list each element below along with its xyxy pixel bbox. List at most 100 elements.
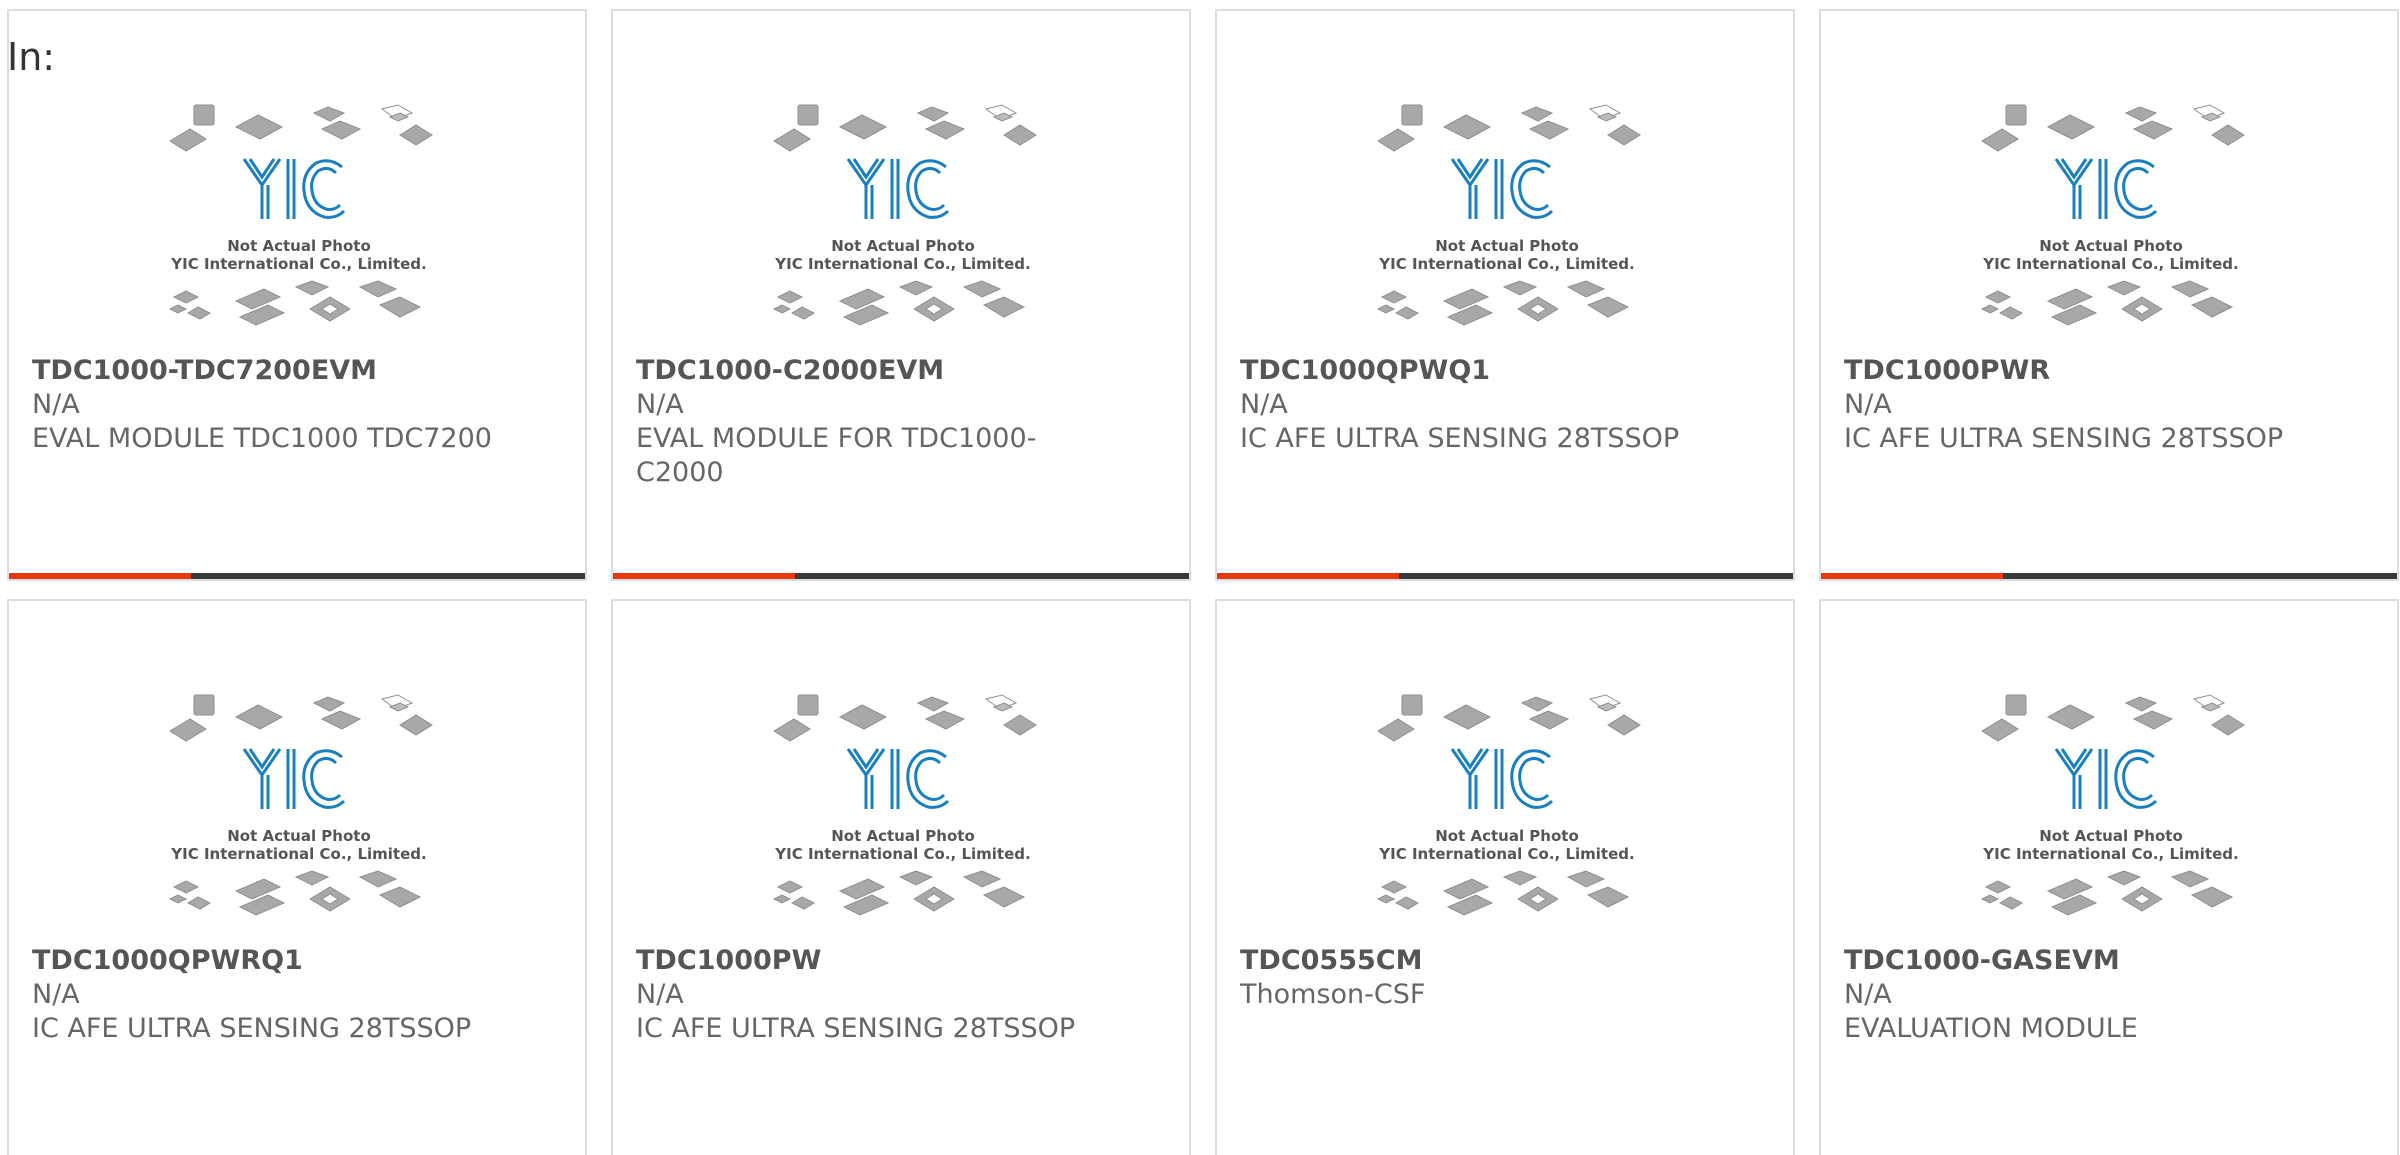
placeholder-caption-line2: YIC International Co., Limited.	[1982, 255, 2238, 273]
product-grid-page: In: Not Actual Photo YIC International C…	[0, 0, 2400, 1155]
yic-logo-icon	[242, 158, 346, 219]
product-card[interactable]: Not Actual Photo YIC International Co., …	[611, 9, 1191, 581]
yic-logo-icon	[2054, 748, 2158, 809]
product-info: TDC1000PWR N/A IC AFE ULTRA SENSING 28TS…	[1844, 354, 2314, 456]
bar-dark-segment	[2003, 573, 2397, 579]
card-bottom-bar	[613, 573, 1189, 579]
chip-icons-top	[773, 694, 1037, 742]
product-photo-placeholder: Not Actual Photo YIC International Co., …	[164, 691, 434, 939]
part-number-link[interactable]: TDC1000PWR	[1844, 354, 2314, 388]
manufacturer: N/A	[636, 389, 684, 420]
product-info: TDC1000-C2000EVM N/A EVAL MODULE FOR TDC…	[636, 354, 1106, 490]
placeholder-caption-line1: Not Actual Photo	[227, 237, 371, 255]
chip-icons-top	[169, 104, 433, 152]
product-photo-placeholder: Not Actual Photo YIC International Co., …	[164, 101, 434, 349]
chip-icons-bottom	[1376, 280, 1630, 326]
yic-logo-icon	[1450, 748, 1554, 809]
product-info: TDC1000-TDC7200EVM N/A EVAL MODULE TDC10…	[32, 354, 502, 456]
product-photo-placeholder: Not Actual Photo YIC International Co., …	[1976, 691, 2246, 939]
bar-accent-segment	[1217, 573, 1399, 579]
chip-icons-bottom	[1980, 870, 2234, 916]
chip-icons-top	[1981, 694, 2245, 742]
placeholder-caption-line2: YIC International Co., Limited.	[1378, 255, 1634, 273]
placeholder-caption-line2: YIC International Co., Limited.	[170, 845, 426, 863]
product-photo-placeholder: Not Actual Photo YIC International Co., …	[768, 101, 1038, 349]
chip-icons-top	[1981, 104, 2245, 152]
chip-icons-bottom	[772, 870, 1026, 916]
product-photo-placeholder: Not Actual Photo YIC International Co., …	[1372, 691, 1642, 939]
description: IC AFE ULTRA SENSING 28TSSOP	[1240, 423, 1680, 454]
chip-icons-bottom	[168, 870, 422, 916]
description: EVAL MODULE TDC1000 TDC7200	[32, 423, 492, 454]
part-number-link[interactable]: TDC0555CM	[1240, 944, 1710, 978]
chip-icons-top	[1377, 694, 1641, 742]
chip-icons-bottom	[772, 280, 1026, 326]
product-photo-placeholder: Not Actual Photo YIC International Co., …	[1976, 101, 2246, 349]
product-photo-placeholder: Not Actual Photo YIC International Co., …	[1372, 101, 1642, 349]
bar-accent-segment	[613, 573, 795, 579]
product-card[interactable]: Not Actual Photo YIC International Co., …	[611, 599, 1191, 1155]
chip-icons-bottom	[168, 280, 422, 326]
product-card[interactable]: Not Actual Photo YIC International Co., …	[7, 9, 587, 581]
description: EVAL MODULE FOR TDC1000-C2000	[636, 423, 1037, 488]
manufacturer: N/A	[1844, 979, 1892, 1010]
chip-icons-top	[1377, 104, 1641, 152]
placeholder-caption-line1: Not Actual Photo	[1435, 237, 1579, 255]
part-number-link[interactable]: TDC1000-TDC7200EVM	[32, 354, 502, 388]
chip-icons-top	[773, 104, 1037, 152]
placeholder-caption-line2: YIC International Co., Limited.	[170, 255, 426, 273]
bar-dark-segment	[1399, 573, 1793, 579]
product-info: TDC1000QPWQ1 N/A IC AFE ULTRA SENSING 28…	[1240, 354, 1710, 456]
description: IC AFE ULTRA SENSING 28TSSOP	[1844, 423, 2284, 454]
yic-logo-icon	[846, 158, 950, 219]
yic-logo-icon	[242, 748, 346, 809]
product-photo-placeholder: Not Actual Photo YIC International Co., …	[768, 691, 1038, 939]
manufacturer: N/A	[32, 389, 80, 420]
placeholder-caption-line1: Not Actual Photo	[1435, 827, 1579, 845]
product-card[interactable]: Not Actual Photo YIC International Co., …	[1215, 599, 1795, 1155]
yic-logo-icon	[846, 748, 950, 809]
card-bottom-bar	[9, 573, 585, 579]
part-number-link[interactable]: TDC1000PW	[636, 944, 1106, 978]
placeholder-caption-line2: YIC International Co., Limited.	[774, 255, 1030, 273]
chip-icons-top	[169, 694, 433, 742]
placeholder-caption-line1: Not Actual Photo	[2039, 237, 2183, 255]
placeholder-caption-line1: Not Actual Photo	[831, 827, 975, 845]
placeholder-caption-line2: YIC International Co., Limited.	[1378, 845, 1634, 863]
manufacturer: N/A	[1844, 389, 1892, 420]
chip-icons-bottom	[1980, 280, 2234, 326]
product-card[interactable]: Not Actual Photo YIC International Co., …	[1819, 599, 2399, 1155]
manufacturer: N/A	[32, 979, 80, 1010]
part-number-link[interactable]: TDC1000-GASEVM	[1844, 944, 2314, 978]
placeholder-caption-line1: Not Actual Photo	[831, 237, 975, 255]
product-card[interactable]: Not Actual Photo YIC International Co., …	[7, 599, 587, 1155]
bar-dark-segment	[795, 573, 1189, 579]
part-number-link[interactable]: TDC1000QPWRQ1	[32, 944, 502, 978]
placeholder-caption-line1: Not Actual Photo	[2039, 827, 2183, 845]
product-info: TDC1000PW N/A IC AFE ULTRA SENSING 28TSS…	[636, 944, 1106, 1046]
description: EVALUATION MODULE	[1844, 1013, 2138, 1044]
part-number-link[interactable]: TDC1000-C2000EVM	[636, 354, 1106, 388]
chip-icons-bottom	[1376, 870, 1630, 916]
bar-accent-segment	[1821, 573, 2003, 579]
placeholder-caption-line2: YIC International Co., Limited.	[1982, 845, 2238, 863]
manufacturer: Thomson-CSF	[1240, 979, 1426, 1010]
yic-logo-icon	[1450, 158, 1554, 219]
description: IC AFE ULTRA SENSING 28TSSOP	[32, 1013, 472, 1044]
product-info: TDC1000-GASEVM N/A EVALUATION MODULE	[1844, 944, 2314, 1046]
bar-dark-segment	[191, 573, 585, 579]
card-bottom-bar	[1821, 573, 2397, 579]
manufacturer: N/A	[1240, 389, 1288, 420]
in-label: In:	[7, 35, 56, 79]
product-info: TDC0555CM Thomson-CSF	[1240, 944, 1710, 1012]
product-grid: Not Actual Photo YIC International Co., …	[7, 9, 2399, 1155]
product-card[interactable]: Not Actual Photo YIC International Co., …	[1819, 9, 2399, 581]
description: IC AFE ULTRA SENSING 28TSSOP	[636, 1013, 1076, 1044]
product-card[interactable]: Not Actual Photo YIC International Co., …	[1215, 9, 1795, 581]
bar-accent-segment	[9, 573, 191, 579]
manufacturer: N/A	[636, 979, 684, 1010]
placeholder-caption-line1: Not Actual Photo	[227, 827, 371, 845]
placeholder-caption-line2: YIC International Co., Limited.	[774, 845, 1030, 863]
card-bottom-bar	[1217, 573, 1793, 579]
part-number-link[interactable]: TDC1000QPWQ1	[1240, 354, 1710, 388]
